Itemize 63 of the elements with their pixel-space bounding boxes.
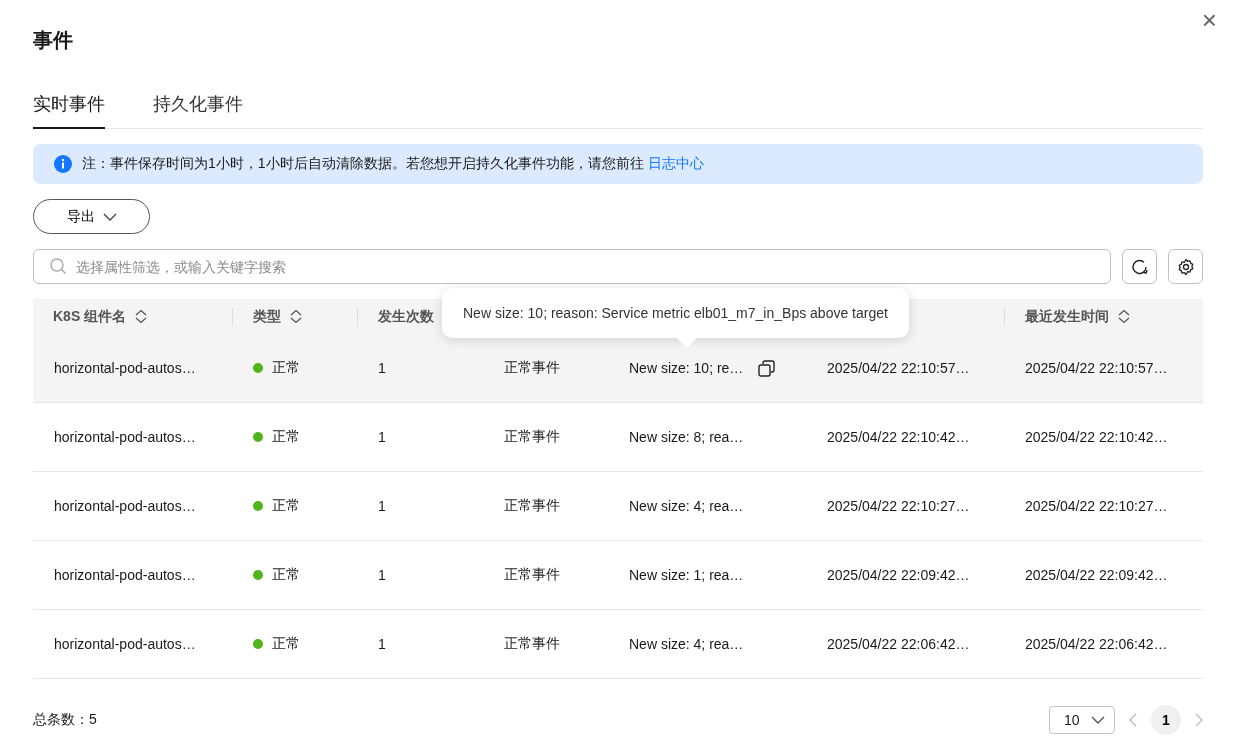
sort-icon xyxy=(289,309,303,324)
copy-icon xyxy=(758,359,776,377)
table-cell: 2025/04/22 22:10:42… xyxy=(827,429,970,445)
table-cell: 正常事件 xyxy=(504,497,560,515)
table-cell: 1 xyxy=(378,567,386,583)
column-header[interactable]: K8S 组件名 xyxy=(33,299,232,334)
sort-icon xyxy=(1117,309,1131,324)
table-cell: 2025/04/22 22:10:57… xyxy=(827,360,970,376)
table-cell: 正常 xyxy=(272,566,300,584)
table-cell: 2025/04/22 22:10:27… xyxy=(827,498,970,514)
table-cell: 正常 xyxy=(272,635,300,653)
table-cell: 2025/04/22 22:06:42… xyxy=(1025,636,1168,652)
chevron-down-icon xyxy=(1091,716,1105,724)
chevron-left-icon xyxy=(1129,713,1137,727)
settings-button[interactable] xyxy=(1168,249,1203,284)
table-cell: New size: 10; re… xyxy=(629,360,744,376)
table-cell: horizontal-pod-autos… xyxy=(54,360,196,376)
column-header[interactable]: 类型 xyxy=(232,307,357,326)
table-cell: horizontal-pod-autos… xyxy=(54,429,196,445)
column-header[interactable]: 最近发生时间 xyxy=(1004,307,1203,326)
table-row[interactable]: horizontal-pod-autos… 正常 1 正常事件 New size: 10; re… 2025/04/22 22:10:57… 2025/04/22 22:10:57… xyxy=(33,334,1203,403)
table-cell: 1 xyxy=(378,498,386,514)
settings-icon xyxy=(1176,257,1195,276)
tab[interactable]: 持久化事件 xyxy=(153,92,243,129)
chevron-right-icon xyxy=(1195,713,1203,727)
table-cell: New size: 4; rea… xyxy=(629,498,744,514)
notice-text: 注：事件保存时间为1小时，1小时后自动清除数据。若您想开启持久化事件功能，请您前往 xyxy=(82,155,644,173)
table-cell: 正常事件 xyxy=(504,359,560,377)
refresh-button[interactable] xyxy=(1122,249,1157,284)
table-cell: New size: 8; rea… xyxy=(629,429,744,445)
table-cell: 正常 xyxy=(272,428,300,446)
table-cell: 正常事件 xyxy=(504,566,560,584)
table-cell: New size: 4; rea… xyxy=(629,636,744,652)
table-cell: horizontal-pod-autos… xyxy=(54,636,196,652)
log-center-link[interactable]: 日志中心 xyxy=(647,155,704,173)
sort-icon xyxy=(134,309,149,324)
table-cell: horizontal-pod-autos… xyxy=(54,567,196,583)
close-button[interactable]: × xyxy=(1201,7,1217,33)
table-cell: 正常 xyxy=(272,359,300,377)
refresh-icon xyxy=(1130,257,1149,276)
table-cell: 2025/04/22 22:10:42… xyxy=(1025,429,1168,445)
table-cell: New size: 1; rea… xyxy=(629,567,744,583)
table-cell: 正常事件 xyxy=(504,428,560,446)
table-cell: horizontal-pod-autos… xyxy=(54,498,196,514)
export-button[interactable]: 导出 xyxy=(33,199,150,234)
table-cell: 2025/04/22 22:09:42… xyxy=(827,567,970,583)
table-cell: 2025/04/22 22:10:57… xyxy=(1025,360,1168,376)
chevron-down-icon xyxy=(102,212,117,221)
table-cell: 2025/04/22 22:09:42… xyxy=(1025,567,1168,583)
dialog-title: 事件 xyxy=(33,27,73,53)
table-cell: 2025/04/22 22:06:42… xyxy=(827,636,970,652)
table-cell: 正常事件 xyxy=(504,635,560,653)
page-button[interactable]: 1 xyxy=(1151,705,1181,735)
page-size-select[interactable]: 10 xyxy=(1049,706,1115,734)
table-cell: 1 xyxy=(378,429,386,445)
tab[interactable]: 实时事件 xyxy=(33,92,105,129)
table-cell: 2025/04/22 22:10:27… xyxy=(1025,498,1168,514)
table-cell: 1 xyxy=(378,360,386,376)
search-field[interactable]: 选择属性筛选，或输入关键字搜索 xyxy=(33,249,1111,284)
info-icon xyxy=(54,155,72,173)
total-count: 总条数：5 xyxy=(33,711,97,729)
table-cell: 正常 xyxy=(272,497,300,515)
table-cell: 1 xyxy=(378,636,386,652)
